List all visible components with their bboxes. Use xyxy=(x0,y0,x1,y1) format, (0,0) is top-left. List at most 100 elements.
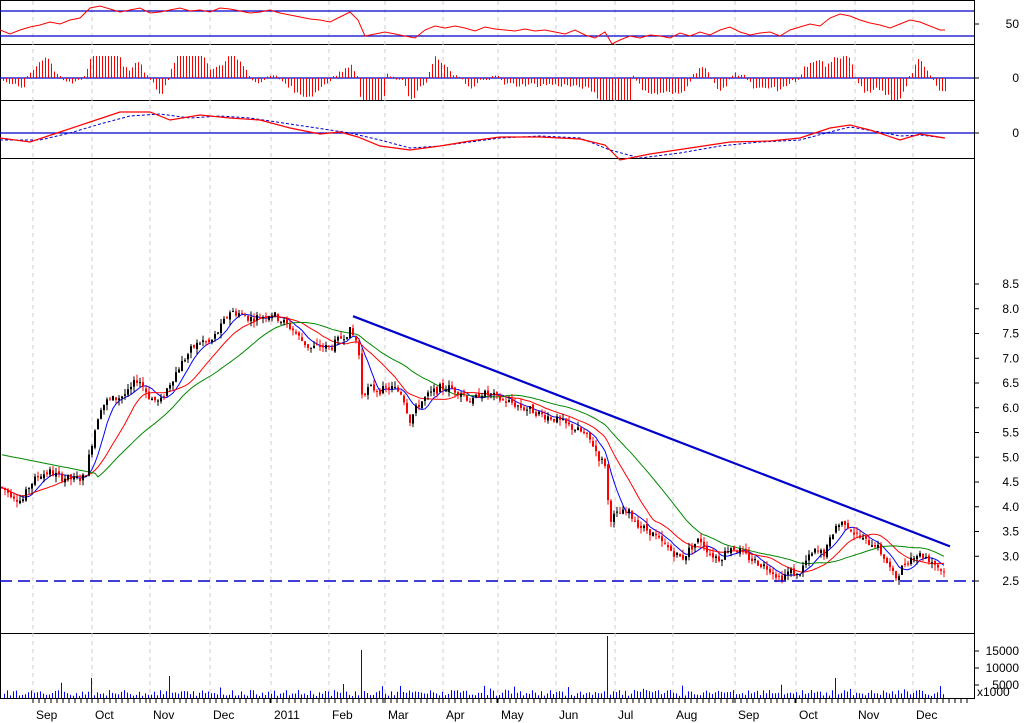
volume-bar xyxy=(880,694,881,698)
candle-body xyxy=(232,311,234,313)
candle-body xyxy=(274,312,276,316)
candle-body xyxy=(19,500,21,504)
candle-body xyxy=(646,523,648,531)
volume-bar xyxy=(517,692,518,698)
histogram-bar xyxy=(480,78,481,80)
volume-bar xyxy=(844,690,845,698)
candle-body xyxy=(937,564,939,568)
histogram-bar xyxy=(861,78,862,87)
histogram-bar xyxy=(291,78,292,86)
volume-bar xyxy=(781,684,782,698)
histogram-bar xyxy=(222,65,223,78)
volume-bar xyxy=(235,695,236,698)
volume-bar xyxy=(877,693,878,698)
histogram-bar xyxy=(534,78,535,84)
candle-body xyxy=(733,546,735,551)
candle-body xyxy=(553,418,555,422)
candle-body xyxy=(481,396,483,398)
candle-body xyxy=(322,345,324,348)
histogram-bar xyxy=(78,78,79,80)
candle-body xyxy=(874,545,876,547)
histogram-bar xyxy=(144,72,145,78)
volume-bar xyxy=(859,693,860,698)
volume-bar xyxy=(73,695,74,698)
histogram-bar xyxy=(429,71,430,78)
candle-body xyxy=(106,399,108,405)
volume-bar xyxy=(739,694,740,698)
candle-body xyxy=(217,332,219,334)
candle-body xyxy=(547,416,549,421)
volume-bar xyxy=(544,695,545,698)
volume-bar xyxy=(208,691,209,698)
histogram-bar xyxy=(423,78,424,86)
volume-bar xyxy=(130,694,131,698)
candle-body xyxy=(67,474,69,480)
histogram-bar xyxy=(105,56,106,78)
candle-body xyxy=(415,405,417,414)
histogram-bar xyxy=(663,78,664,93)
histogram-bar xyxy=(672,78,673,95)
histogram-bar xyxy=(558,78,559,87)
candle-body xyxy=(337,336,339,341)
histogram-bar xyxy=(561,78,562,87)
candle-body xyxy=(697,538,699,543)
histogram-bar xyxy=(72,78,73,84)
histogram-bar xyxy=(315,78,316,93)
candle-body xyxy=(193,345,195,348)
candle-body xyxy=(37,476,39,478)
volume-bar xyxy=(88,691,89,698)
histogram-bar xyxy=(210,69,211,78)
month-label: Jul xyxy=(618,708,633,722)
candle-body xyxy=(763,564,765,567)
volume-bar xyxy=(196,695,197,698)
candle-body xyxy=(604,458,606,466)
candle-body xyxy=(304,341,306,346)
histogram-bar xyxy=(531,78,532,84)
volume-bar xyxy=(526,693,527,698)
candle-body xyxy=(742,549,744,551)
histogram-bar xyxy=(651,78,652,94)
candle-body xyxy=(514,402,516,407)
candle-body xyxy=(718,556,720,562)
histogram-bar xyxy=(873,78,874,90)
volume-bar xyxy=(376,692,377,698)
volume-bar xyxy=(751,693,752,698)
candle-body xyxy=(679,553,681,557)
histogram-bar xyxy=(384,78,385,97)
histogram-bar xyxy=(789,78,790,84)
candle-body xyxy=(361,353,363,395)
candle-body xyxy=(121,396,123,399)
volume-bar xyxy=(856,692,857,698)
volume-bar xyxy=(898,690,899,698)
histogram-bar xyxy=(600,78,601,100)
volume-bar xyxy=(850,688,851,698)
candle-body xyxy=(241,312,243,314)
histogram-bar xyxy=(39,62,40,78)
candle-body xyxy=(892,567,894,571)
volume-bar xyxy=(703,692,704,698)
volume-bar xyxy=(139,691,140,698)
volume-bar xyxy=(67,693,68,698)
volume-bar xyxy=(127,692,128,698)
month-label: Aug xyxy=(676,708,697,722)
candle-body xyxy=(859,535,861,538)
volume-bar xyxy=(529,693,530,698)
histogram-bar xyxy=(324,78,325,85)
candle-body xyxy=(523,407,525,411)
histogram-bar xyxy=(174,62,175,78)
candle-body xyxy=(286,318,288,324)
histogram-bar xyxy=(552,78,553,85)
histogram-bar xyxy=(771,78,772,88)
candle-body xyxy=(457,392,459,396)
volume-bar xyxy=(490,688,491,698)
volume-bar xyxy=(691,691,692,698)
panel-macd-border xyxy=(0,100,975,159)
volume-bar xyxy=(97,692,98,698)
histogram-bar xyxy=(54,71,55,78)
histogram-bar xyxy=(48,58,49,78)
y-tick-label: 7.5 xyxy=(1002,327,1019,341)
volume-bar xyxy=(841,693,842,698)
volume-bar xyxy=(766,693,767,698)
month-label: Feb xyxy=(332,708,353,722)
histogram-bar xyxy=(3,78,4,81)
